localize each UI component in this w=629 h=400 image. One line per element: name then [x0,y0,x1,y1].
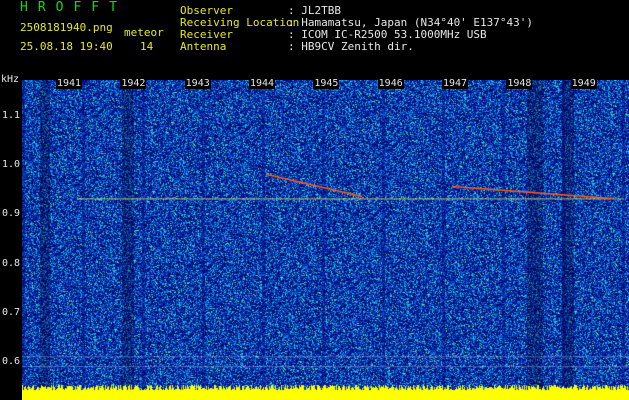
y-tick-label: 1.1 [1,109,20,121]
info-value-receiver: : ICOM IC-R2500 53.1000MHz USB [288,28,487,41]
x-tick-label: 1946 [377,78,404,89]
info-label-antenna: Antenna [180,40,227,53]
info-value-observer: : JL2TBB [288,4,341,17]
info-label-observer: Observer [180,4,233,17]
x-tick-label: 1941 [56,78,83,89]
x-tick-label: 1949 [570,78,597,89]
x-tick-label: 1945 [313,78,340,89]
y-axis-unit: kHz [1,74,20,85]
x-tick-label: 1948 [506,78,533,89]
datetime-label: 25.08.18 19:40 [20,40,113,53]
y-tick-label: 0.6 [1,356,20,368]
y-tick-label: 1.0 [1,158,20,170]
x-tick-label: 1942 [120,78,147,89]
spectrogram [22,80,629,400]
x-tick-label: 1947 [442,78,469,89]
count-label: 14 [140,40,154,53]
x-tick-label: 1944 [249,78,276,89]
app-title: HROFFT [20,0,127,15]
hrofft-window: HROFFT 2508181940.png meteor 25.08.18 19… [0,0,629,400]
mode-label: meteor [124,26,164,39]
info-label-receiver: Receiver [180,28,233,41]
info-label-location: Receiving Location [180,16,300,29]
y-tick-label: 0.9 [1,208,20,220]
info-value-antenna: : HB9CV Zenith dir. [288,40,414,53]
info-value-location: : Hamamatsu, Japan (N34°40' E137°43') [288,16,534,29]
x-tick-label: 1943 [184,78,211,89]
y-tick-label: 0.8 [1,257,20,269]
y-tick-label: 0.7 [1,306,20,318]
filename-label: 2508181940.png [20,21,113,34]
